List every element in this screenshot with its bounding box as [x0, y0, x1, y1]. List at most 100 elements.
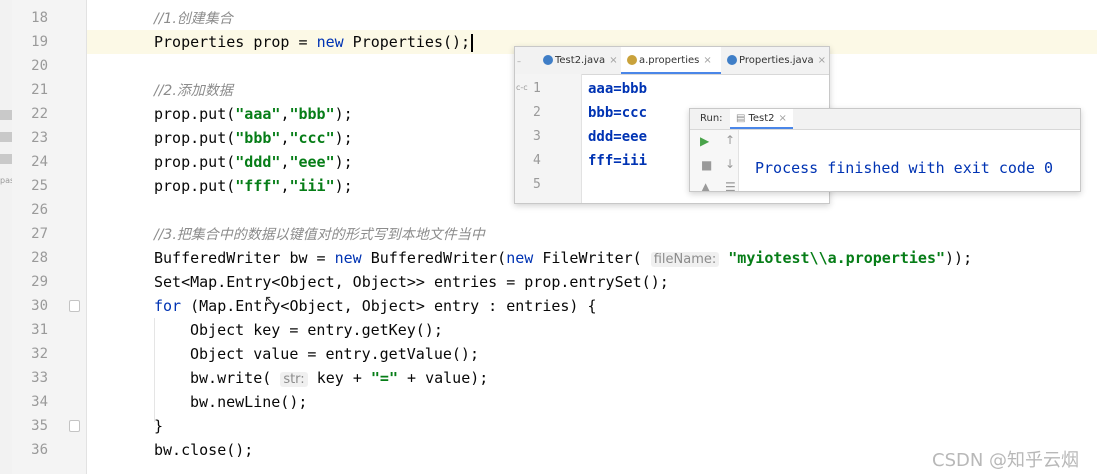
run-label: Run:: [700, 113, 723, 124]
strip-icon[interactable]: [0, 132, 12, 142]
line-number: 32: [31, 346, 48, 362]
token: "ccc": [289, 129, 335, 147]
token: "bbb": [235, 129, 281, 147]
code-line[interactable]: 27 //3.把集合中的数据以键值对的形式写到本地文件当中: [31, 222, 1097, 247]
rerun-icon[interactable]: ▶: [700, 134, 709, 148]
console-output: Process finished with exit code 0: [755, 159, 1054, 177]
token: BufferedWriter bw =: [154, 249, 335, 267]
settings-icon[interactable]: ▲: [701, 180, 710, 191]
line-number: 4: [533, 153, 541, 168]
line-number: 3: [533, 129, 541, 144]
class-icon: [727, 55, 737, 65]
fold-marker-icon[interactable]: [69, 300, 80, 312]
line-number: 35: [31, 418, 48, 434]
line-number: 20: [31, 58, 48, 74]
code-line[interactable]: 29 Set<Map.Entry<Object, Object>> entries…: [31, 270, 1097, 294]
close-icon[interactable]: ×: [818, 55, 826, 66]
code-text: //3.把集合中的数据以键值对的形式写到本地文件当中: [154, 222, 485, 247]
token: );: [334, 129, 353, 147]
parameter-hint: str:: [280, 372, 308, 387]
tab-properties-java[interactable]: Properties.java ×: [721, 47, 829, 74]
token: "myiotest\\a.properties": [728, 249, 946, 267]
up-arrow-icon[interactable]: ↑: [725, 133, 735, 147]
indent-guide: [154, 318, 155, 422]
token: + value);: [398, 369, 489, 387]
code-line[interactable]: 32 Object value = entry.getValue();: [31, 342, 1097, 366]
code-text: prop.put("ddd","eee");: [154, 150, 353, 174]
line-number: 21: [31, 82, 48, 98]
token: );: [334, 105, 353, 123]
token: key +: [307, 369, 371, 387]
token: for: [154, 297, 182, 315]
token: "aaa": [235, 105, 281, 123]
code-text: prop.put("aaa","bbb");: [154, 102, 353, 126]
code-line[interactable]: 34 bw.newLine();: [31, 390, 1097, 414]
code-text: Object value = entry.getValue();: [190, 342, 479, 366]
line-number: 28: [31, 250, 48, 266]
side-mark: –: [517, 57, 521, 66]
token: "fff": [235, 177, 281, 195]
token: bw.close();: [154, 441, 254, 459]
token: "iii": [289, 177, 335, 195]
token: new: [316, 33, 344, 51]
code-text: bw.write( str: key + "=" + value);: [190, 366, 488, 392]
code-text: Properties prop = new Properties();: [154, 30, 474, 54]
token: );: [334, 177, 353, 195]
token: ));: [945, 249, 973, 267]
line-number: 34: [31, 394, 48, 410]
comment: //1.创建集合: [154, 11, 233, 27]
properties-line[interactable]: 1 aaa=bbb: [515, 77, 829, 101]
code-line[interactable]: 33 bw.write( str: key + "=" + value);: [31, 366, 1097, 392]
tab-a-properties[interactable]: a.properties ×: [621, 47, 721, 74]
code-text: Set<Map.Entry<Object, Object>> entries =…: [154, 270, 669, 294]
token: Properties();: [343, 33, 471, 51]
code-text: //1.创建集合: [154, 6, 233, 31]
line-number: 36: [31, 442, 48, 458]
code-line[interactable]: 31 Object key = entry.getKey();: [31, 318, 1097, 342]
down-arrow-icon[interactable]: ↓: [725, 157, 735, 171]
text-caret: [471, 33, 474, 52]
run-tab-test2[interactable]: ▤ Test2 ×: [730, 109, 793, 129]
tab-test2-java[interactable]: Test2.java ×: [537, 47, 619, 74]
token: "eee": [289, 153, 335, 171]
code-line[interactable]: 35}: [31, 414, 1097, 438]
strip-icon[interactable]: [0, 154, 12, 164]
strip-icon[interactable]: [0, 110, 12, 120]
code-line[interactable]: 28 BufferedWriter bw = new BufferedWriter…: [31, 246, 1097, 270]
code-text: for (Map.Entry<Object, Object> entry : e…: [154, 294, 597, 318]
line-number: 29: [31, 274, 48, 290]
token: }: [154, 417, 164, 435]
code-text: bw.close();: [154, 438, 253, 462]
token: Set<Map.Entry<Object, Object>> entries =…: [154, 273, 669, 291]
comment: //3.把集合中的数据以键值对的形式写到本地文件当中: [154, 227, 485, 243]
line-number: 27: [31, 226, 48, 242]
soft-wrap-icon[interactable]: ☰: [725, 180, 736, 191]
token: new: [506, 249, 534, 267]
code-text: bw.newLine();: [190, 390, 307, 414]
line-number: 31: [31, 322, 48, 338]
code-line[interactable]: 18 //1.创建集合: [31, 6, 1097, 31]
code-line[interactable]: 30 for (Map.Entry<Object, Object> entry :…: [31, 294, 1097, 318]
parameter-hint: fileName:: [650, 252, 720, 267]
token: BufferedWriter(: [361, 249, 507, 267]
token: bw.write(: [190, 369, 281, 387]
line-number: 5: [533, 177, 541, 192]
line-number: 25: [31, 178, 48, 194]
close-icon[interactable]: ×: [609, 55, 617, 66]
property-entry: aaa=bbb: [588, 81, 648, 97]
token: );: [334, 153, 353, 171]
class-icon: [543, 55, 553, 65]
close-icon[interactable]: ×: [779, 113, 787, 124]
token: prop.put(: [154, 177, 236, 195]
stop-icon[interactable]: ■: [701, 158, 712, 172]
run-tab-label: Test2: [748, 113, 775, 124]
line-number: 24: [31, 154, 48, 170]
fold-marker-icon[interactable]: [69, 420, 80, 432]
line-number: 18: [31, 10, 48, 26]
code-text: Object key = entry.getKey();: [190, 318, 443, 342]
tab-label: Properties.java: [739, 55, 814, 66]
token: "ddd": [235, 153, 281, 171]
line-number: 1: [533, 81, 541, 96]
close-icon[interactable]: ×: [703, 55, 711, 66]
